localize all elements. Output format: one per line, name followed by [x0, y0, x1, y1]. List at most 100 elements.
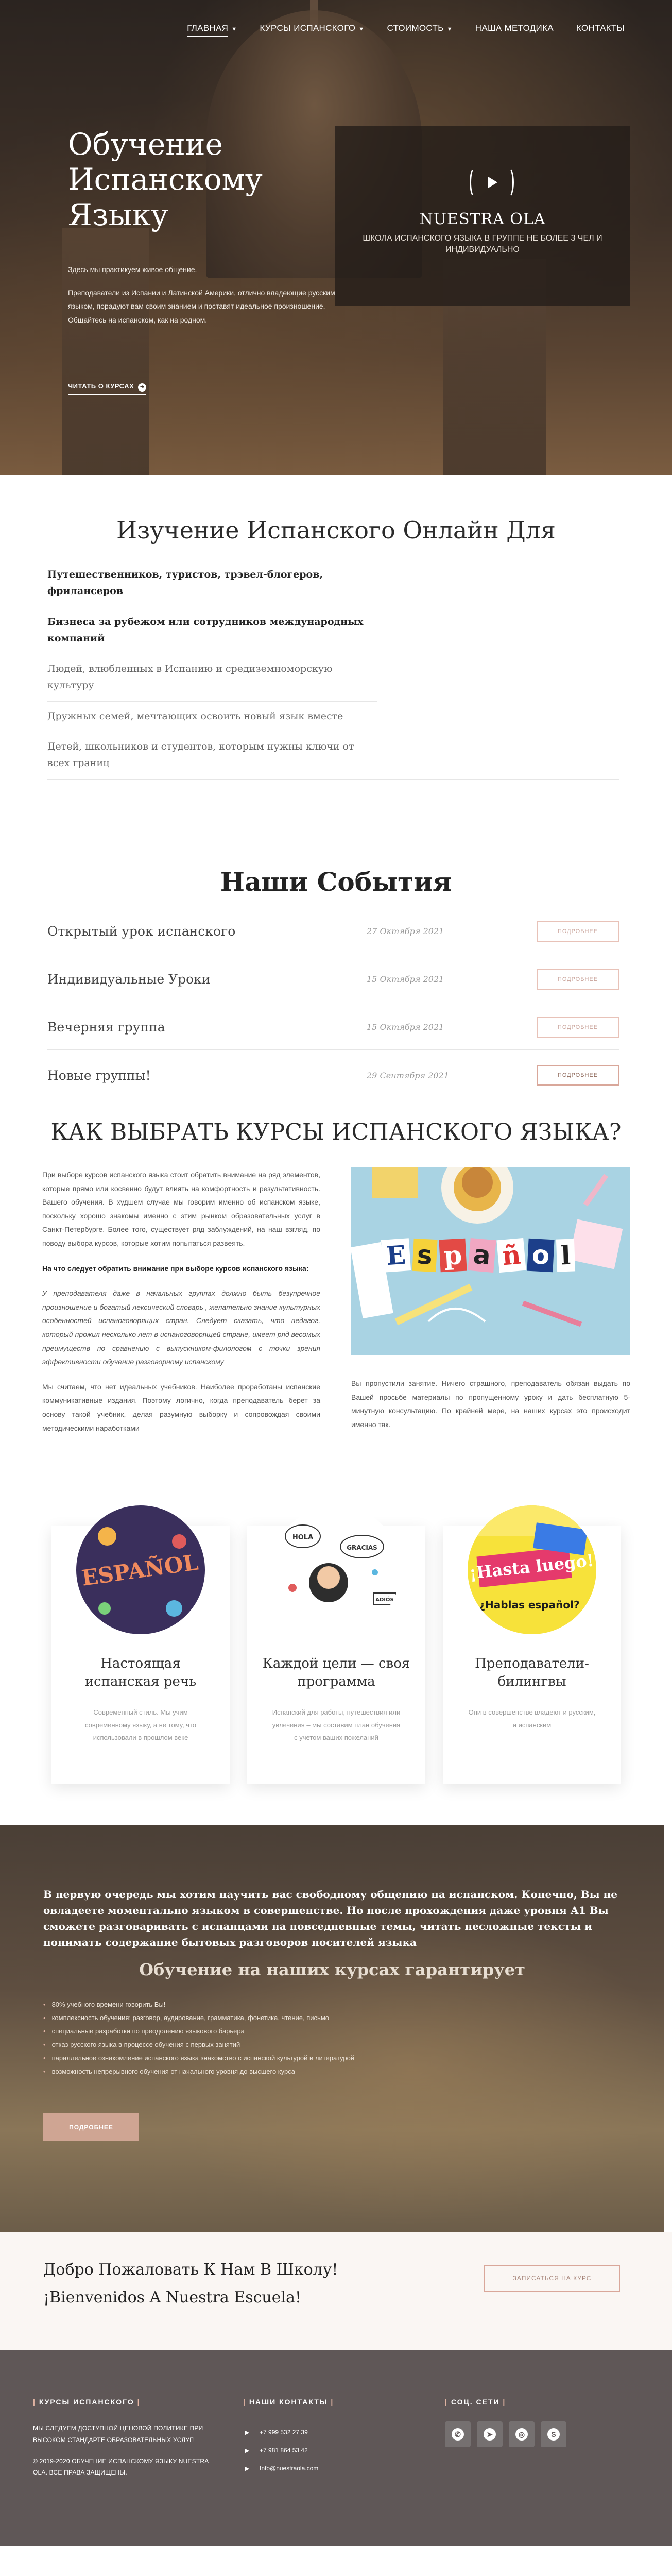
- feature-card: ¡Hasta luego! ¿Hablas español? Преподава…: [443, 1505, 621, 1784]
- letter-card: p: [439, 1238, 467, 1273]
- letter-card: a: [468, 1238, 496, 1273]
- video-title: NUESTRA OLA: [419, 210, 546, 228]
- event-details-button[interactable]: ПОДРОБНЕЕ: [537, 1016, 619, 1038]
- skype-link[interactable]: S: [541, 2421, 566, 2447]
- event-name: Новые группы!: [47, 1067, 151, 1083]
- letter-card: ñ: [496, 1238, 526, 1273]
- nav-item-home[interactable]: ГЛАВНАЯ ▼: [176, 17, 248, 40]
- hero-title: Обучение Испанскому Языку: [68, 127, 263, 232]
- letter-card: o: [527, 1238, 555, 1273]
- features-section: ESPAÑOL Настоящая испанская речь Совреме…: [0, 1505, 672, 1825]
- list-item: возможность непрерывного обучения от нач…: [43, 2065, 507, 2078]
- study-list: Путешественников, туристов, трэвел-блоге…: [47, 560, 619, 780]
- enroll-button[interactable]: ЗАПИСАТЬСЯ НА КУРС: [484, 2265, 620, 2292]
- phone-icon: ▶: [245, 2430, 250, 2436]
- event-date: 27 Октября 2021: [367, 926, 444, 936]
- letter-card: s: [412, 1238, 438, 1273]
- event-date: 15 Октября 2021: [367, 974, 444, 984]
- whatsapp-icon: ✆: [452, 2428, 464, 2441]
- study-section: Изучение Испанского Онлайн Для Путешеств…: [0, 475, 672, 867]
- letter-card: l: [556, 1239, 576, 1272]
- list-item: Путешественников, туристов, трэвел-блоге…: [47, 560, 377, 607]
- nav-item-contacts[interactable]: КОНТАКТЫ: [565, 17, 636, 40]
- play-bracket-right: [504, 167, 514, 198]
- section-title: КАК ВЫБРАТЬ КУРСЫ ИСПАНСКОГО ЯЗЫКА?: [50, 1119, 622, 1145]
- chevron-down-icon: ▼: [231, 26, 237, 32]
- list-item: отказ русского языка в процессе обучения…: [43, 2038, 507, 2052]
- svg-text:GRACIAS: GRACIAS: [347, 1544, 377, 1551]
- svg-text:ADIÓS: ADIÓS: [375, 1596, 393, 1603]
- espanol-letters-image: E s p a ñ o l: [351, 1167, 630, 1355]
- read-about-courses-link[interactable]: ЧИТАТЬ О КУРСАХ ➜: [68, 382, 147, 395]
- card-image: HOLA GRACIAS ADIÓS: [272, 1505, 401, 1634]
- nav-item-method[interactable]: НАША МЕТОДИКА: [464, 17, 565, 40]
- welcome-section: Добро Пожаловать К Нам В Школу! ¡Bienven…: [0, 2232, 672, 2350]
- card-image: ¡Hasta luego! ¿Hablas español?: [468, 1505, 596, 1634]
- event-date: 29 Сентября 2021: [367, 1070, 449, 1080]
- event-details-button[interactable]: ПОДРОБНЕЕ: [537, 969, 619, 990]
- play-button[interactable]: [470, 167, 514, 198]
- card-image: ESPAÑOL: [76, 1505, 205, 1634]
- instagram-link[interactable]: ◎: [509, 2421, 535, 2447]
- footer-col-contacts: | НАШИ КОНТАКТЫ | ▶ +7 999 532 27 39 ▶ +7 …: [243, 2398, 334, 2478]
- event-details-button[interactable]: ПОДРОБНЕЕ: [537, 1065, 619, 1086]
- paragraph: У преподавателя даже в начальных группах…: [42, 1289, 320, 1366]
- list-item: Бизнеса за рубежом или сотрудников между…: [47, 607, 377, 655]
- whatsapp-link[interactable]: ✆: [445, 2421, 471, 2447]
- instagram-icon: ◎: [515, 2428, 528, 2441]
- list-item: Детей, школьников и студентов, которым н…: [47, 732, 377, 779]
- guarantee-section: В первую очередь мы хотим научить вас св…: [0, 1825, 664, 2232]
- nav-item-label: СТОИМОСТЬ: [387, 23, 444, 33]
- footer-heading-label: НАШИ КОНТАКТЫ: [249, 2398, 328, 2406]
- link-label: ЧИТАТЬ О КУРСАХ: [68, 382, 134, 390]
- nav-item-pricing[interactable]: СТОИМОСТЬ ▼: [375, 17, 463, 40]
- contact-phone[interactable]: ▶ +7 981 864 53 42: [243, 2442, 334, 2460]
- event-date: 15 Октября 2021: [367, 1022, 444, 1032]
- phone-text: +7 981 864 53 42: [260, 2446, 308, 2454]
- event-row: Новые группы! 29 Сентября 2021 ПОДРОБНЕЕ: [47, 1053, 619, 1098]
- telegram-icon: ➤: [484, 2428, 496, 2441]
- greetings-illustration: HOLA GRACIAS ADIÓS: [272, 1505, 401, 1634]
- section-title: Наши События: [220, 867, 452, 897]
- hero-text: Здесь мы практикуем живое общение. Препо…: [68, 263, 336, 336]
- email-text: Info@nuestraola.com: [260, 2464, 319, 2472]
- main-nav: ГЛАВНАЯ ▼ КУРСЫ ИСПАНСКОГО ▼ СТОИМОСТЬ ▼ НА…: [0, 0, 672, 57]
- paragraph: На что следует обратить внимание при выб…: [42, 1264, 309, 1273]
- footer-heading-label: СОЦ. СЕТИ: [451, 2398, 500, 2406]
- card-title: Настоящая испанская речь: [84, 1656, 197, 1690]
- skype-icon: S: [547, 2428, 560, 2441]
- choose-right-text: Вы пропустили занятие. Ничего страшного,…: [351, 1379, 630, 1429]
- event-row: Индивидуальные Уроки 15 Октября 2021 ПОД…: [47, 957, 619, 1002]
- telegram-link[interactable]: ➤: [477, 2421, 503, 2447]
- event-row: Вечерняя группа 15 Октября 2021 ПОДРОБНЕ…: [47, 1005, 619, 1050]
- nav-item-label: КУРСЫ ИСПАНСКОГО: [260, 23, 356, 33]
- nav-item-label: ГЛАВНАЯ: [187, 23, 229, 37]
- video-box: NUESTRA OLA ШКОЛА ИСПАНСКОГО ЯЗЫКА В ГРУ…: [335, 126, 630, 306]
- paragraph: При выборе курсов испанского языка стоит…: [42, 1171, 320, 1247]
- card-text: Они в совершенстве владеют и русским, и …: [468, 1708, 596, 1729]
- svg-text:HOLA: HOLA: [292, 1534, 313, 1541]
- hasta-luego-illustration: ¡Hasta luego! ¿Hablas español?: [468, 1505, 596, 1634]
- phone-icon: ▶: [245, 2447, 250, 2454]
- card-title: Каждой цели — своя программа: [262, 1656, 410, 1690]
- event-name: Вечерняя группа: [47, 1020, 165, 1035]
- footer-heading-label: КУРСЫ ИСПАНСКОГО: [39, 2398, 134, 2406]
- copyright: © 2019-2020 ОБУЧЕНИЕ ИСПАНСКОМУ ЯЗЫКУ NU…: [33, 2457, 209, 2477]
- nav-item-courses[interactable]: КУРСЫ ИСПАНСКОГО ▼: [248, 17, 375, 40]
- footer-heading: | СОЦ. СЕТИ |: [445, 2398, 506, 2406]
- event-row: Открытый урок испанского 27 Октября 2021…: [47, 909, 619, 954]
- feature-card: ESPAÑOL Настоящая испанская речь Совреме…: [51, 1505, 230, 1784]
- play-icon: [488, 177, 497, 188]
- section-title: Изучение Испанского Онлайн Для: [116, 516, 556, 544]
- footer-heading: | НАШИ КОНТАКТЫ |: [243, 2398, 334, 2406]
- event-details-button[interactable]: ПОДРОБНЕЕ: [537, 921, 619, 942]
- details-button[interactable]: ПОДРОБНЕЕ: [43, 2113, 139, 2141]
- espanol-illustration: ESPAÑOL: [76, 1505, 205, 1634]
- contact-phone[interactable]: ▶ +7 999 532 27 39: [243, 2424, 334, 2442]
- email-icon: ▶: [245, 2465, 250, 2472]
- contact-email[interactable]: ▶ Info@nuestraola.com: [243, 2460, 334, 2478]
- footer: | КУРСЫ ИСПАНСКОГО | МЫ СЛЕДУЕМ ДОСТУПНО…: [0, 2350, 672, 2546]
- paragraph: Мы считаем, что нет идеальных учебников.…: [42, 1382, 320, 1432]
- arrow-right-icon: ➜: [138, 383, 147, 392]
- section-title: Обучение на наших курсах гарантирует: [139, 1960, 525, 1979]
